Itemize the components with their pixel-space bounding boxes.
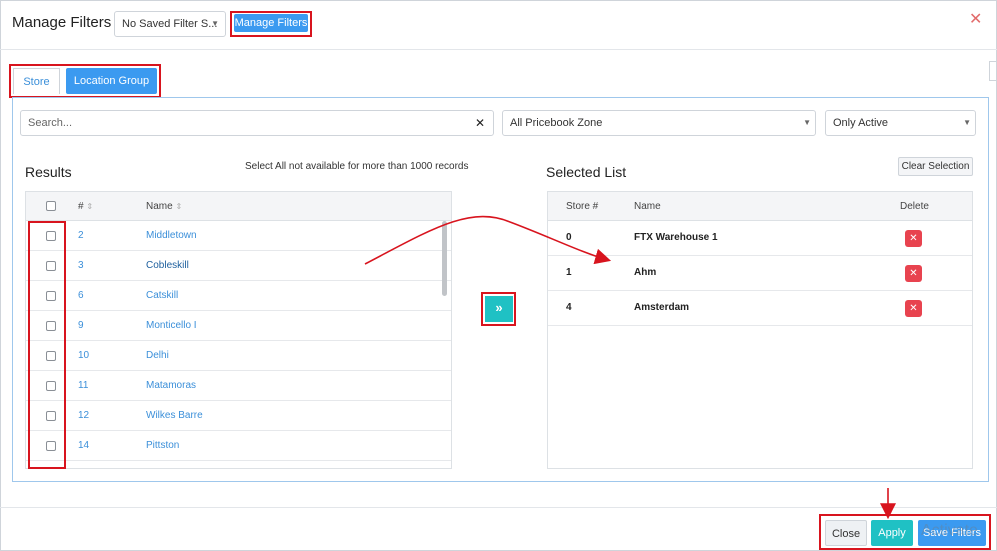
annotation-arrow-to-selected — [364, 215, 612, 265]
annotation-arrows — [364, 215, 896, 520]
